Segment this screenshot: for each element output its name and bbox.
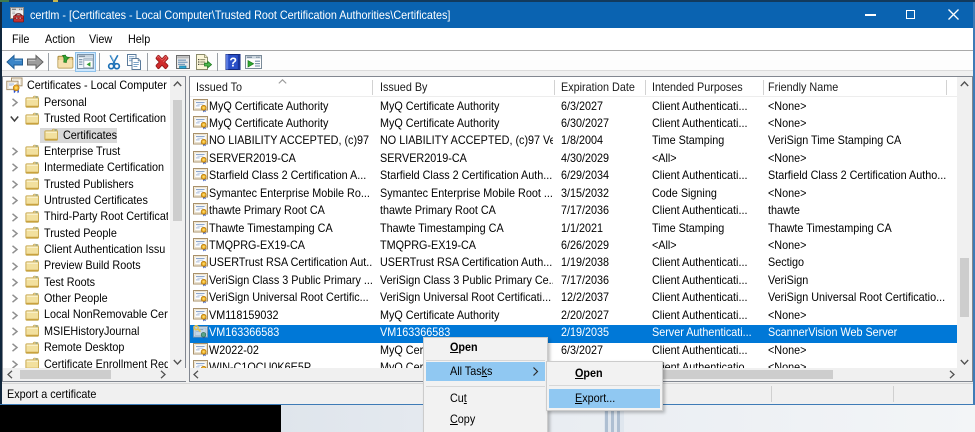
svg-text:?: ? [229,56,237,70]
